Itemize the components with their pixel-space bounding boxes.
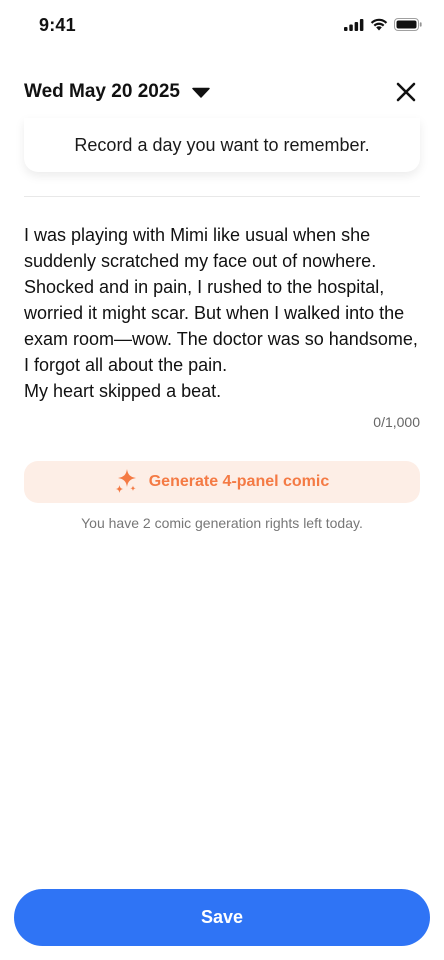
prompt-card: Record a day you want to remember. [24,118,420,172]
cellular-signal-icon [344,18,364,31]
close-icon[interactable] [392,78,420,106]
divider [24,196,420,197]
status-icons [344,18,422,31]
caret-down-icon [192,87,210,98]
generate-comic-button[interactable]: Generate 4-panel comic [24,461,420,503]
save-button[interactable]: Save [14,889,430,946]
comic-rights-note: You have 2 comic generation rights left … [81,515,363,531]
entry-textarea[interactable]: I was playing with Mimi like usual when … [24,222,420,404]
sparkles-icon [115,469,136,493]
header: Wed May 20 2025 [24,76,420,108]
date-label: Wed May 20 2025 [24,81,180,102]
battery-icon [394,18,422,31]
character-count: 0/1,000 [373,414,420,430]
prompt-text: Record a day you want to remember. [74,134,370,155]
save-label: Save [200,907,244,927]
wifi-icon [370,18,388,31]
status-bar: 9:41 [0,0,444,54]
status-time: 9:41 [39,15,76,35]
generate-comic-label: Generate 4-panel comic [148,473,330,490]
date-picker[interactable]: Wed May 20 2025 [24,76,210,108]
